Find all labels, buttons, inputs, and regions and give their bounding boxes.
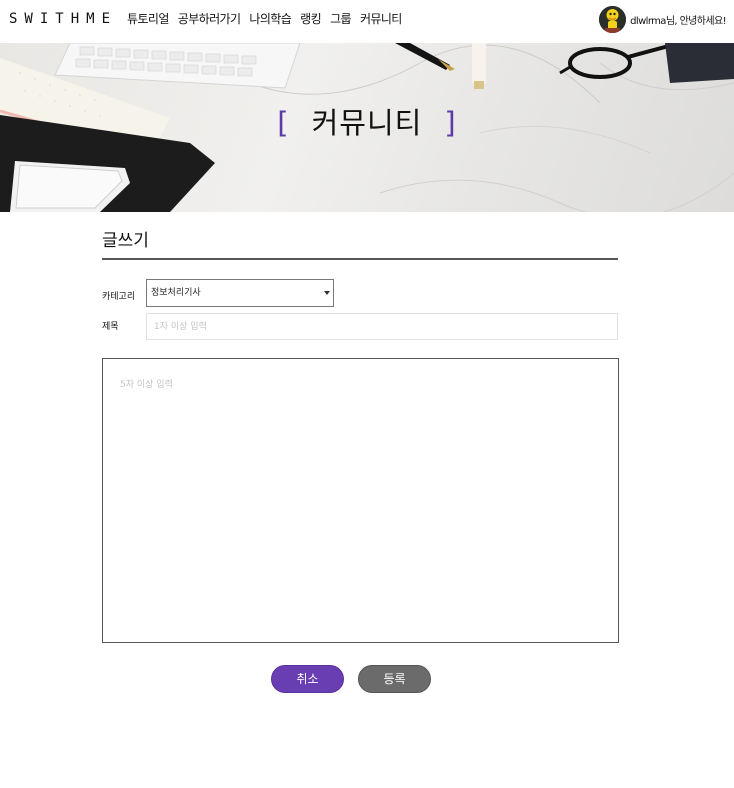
cancel-button[interactable]: 취소	[271, 665, 344, 693]
top-navbar: SWITHME 튜토리얼 공부하러가기 나의학습 랭킹 그룹 커뮤니티 dlwl…	[0, 0, 734, 43]
title-bracket-open: [	[277, 106, 290, 140]
page-title-text: 커뮤니티	[311, 106, 423, 140]
hero-banner: [ 커뮤니티]	[0, 43, 734, 212]
title-bracket-close: ]	[444, 106, 457, 140]
heading-divider	[102, 258, 618, 260]
caret-down-icon	[324, 291, 330, 295]
submit-button[interactable]: 등록	[358, 665, 431, 693]
page-title: [ 커뮤니티]	[0, 103, 734, 143]
content-textarea[interactable]	[102, 358, 619, 643]
site-logo[interactable]: SWITHME	[9, 10, 117, 28]
category-selected-value: 정보처리기사	[151, 288, 201, 298]
nav-item-study[interactable]: 공부하러가기	[178, 11, 241, 27]
category-select[interactable]: 정보처리기사	[146, 279, 334, 307]
avatar-icon[interactable]	[599, 6, 627, 33]
title-input[interactable]	[146, 313, 618, 340]
category-label: 카테고리	[102, 292, 136, 302]
form-heading: 글쓰기	[102, 231, 149, 251]
nav-item-tutorial[interactable]: 튜토리얼	[127, 11, 169, 27]
nav-item-group[interactable]: 그룹	[330, 11, 351, 27]
nav-item-community[interactable]: 커뮤니티	[360, 11, 402, 27]
nav-item-ranking[interactable]: 랭킹	[300, 11, 321, 27]
nav-item-my-learning[interactable]: 나의학습	[249, 11, 291, 27]
user-menu[interactable]: dlwlrma님, 안녕하세요!	[599, 6, 727, 33]
user-greeting: dlwlrma님, 안녕하세요!	[630, 16, 726, 27]
title-label: 제목	[102, 322, 119, 332]
main-nav: 튜토리얼 공부하러가기 나의학습 랭킹 그룹 커뮤니티	[127, 11, 402, 27]
